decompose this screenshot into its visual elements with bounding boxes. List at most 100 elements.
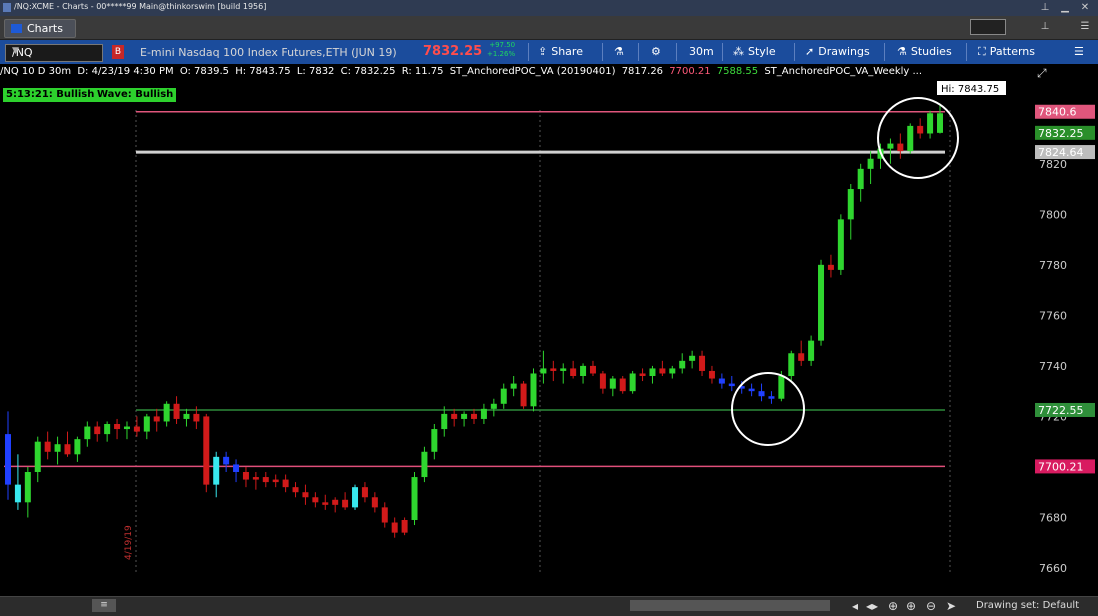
candle-body xyxy=(649,368,656,376)
patterns-icon: ⛶ xyxy=(978,45,986,58)
link-group-icon[interactable]: B xyxy=(112,45,124,59)
candle-body xyxy=(451,413,458,419)
candle xyxy=(153,408,160,432)
price-tag-label: 7722.55 xyxy=(1038,404,1084,417)
status-field: H: 7843.75 xyxy=(235,66,291,77)
candle xyxy=(441,406,448,437)
horizontal-scrollbar[interactable] xyxy=(630,600,830,611)
candle-body xyxy=(104,424,111,435)
divider xyxy=(722,43,723,61)
zoom-in-icon[interactable]: ⊕ xyxy=(906,599,916,613)
price-tag-label: 7832.25 xyxy=(1038,127,1084,140)
candle xyxy=(451,408,458,427)
studies-button[interactable]: ⚗ Studies xyxy=(897,43,952,61)
price-chart[interactable]: 4/19/19 Sun Mon Tue Hi: 7843.75 xyxy=(0,80,1033,580)
candle-body xyxy=(411,477,418,520)
candle-body xyxy=(262,477,269,483)
price-tag: 7840.6 xyxy=(1035,104,1095,119)
price-axis[interactable]: 766076807720774077607780780078207840.678… xyxy=(1033,80,1098,580)
candle-body xyxy=(371,497,378,508)
symbol-input[interactable]: /NQ ▼ xyxy=(5,44,103,62)
candle-body xyxy=(937,113,943,133)
patterns-button[interactable]: ⛶ Patterns xyxy=(978,43,1035,61)
candle-body xyxy=(758,391,765,397)
settings-button[interactable]: ⚙ xyxy=(651,43,665,61)
window-title: /NQ:XCME - Charts - 00*****99 Main@think… xyxy=(14,2,267,11)
candle-body xyxy=(223,456,230,465)
candle-body xyxy=(837,219,844,270)
chart-status-line: /NQ 10 D 30m D: 4/23/19 4:30 PM O: 7839.… xyxy=(0,66,1035,80)
status-field: /NQ 10 D 30m xyxy=(0,66,72,77)
timeframe-button[interactable]: 30m xyxy=(689,43,714,61)
candle-body xyxy=(679,360,686,369)
candle-body xyxy=(361,487,368,498)
candle-body xyxy=(461,413,468,419)
candle-body xyxy=(44,441,51,452)
candle xyxy=(44,431,51,460)
pan-icon[interactable]: ◂▸ xyxy=(866,599,878,613)
candle xyxy=(540,350,547,384)
candle xyxy=(589,360,596,376)
drawings-button[interactable]: ➚ Drawings xyxy=(805,43,870,61)
tab-charts[interactable]: Charts xyxy=(4,19,76,38)
menu-button[interactable]: ☰ xyxy=(1074,43,1084,61)
candle-body xyxy=(748,388,755,392)
candle xyxy=(84,421,91,447)
candle xyxy=(252,472,259,490)
settings-icon[interactable]: ☰ xyxy=(1078,20,1092,33)
expand-icon[interactable]: ⤢ xyxy=(1037,66,1047,81)
change-pct: +1.26% xyxy=(487,50,516,58)
candle-body xyxy=(183,413,190,419)
share-button[interactable]: ⇪ Share xyxy=(538,43,583,61)
candle xyxy=(837,214,844,275)
candle xyxy=(104,421,111,442)
candle-body xyxy=(312,497,319,503)
candle-body xyxy=(570,368,577,376)
candle-body xyxy=(560,368,567,371)
price-tag: 7824.64 xyxy=(1035,145,1095,160)
style-button[interactable]: ⁂ Style xyxy=(733,43,776,61)
lock-icon[interactable]: ⊥ xyxy=(1038,20,1052,33)
flask-button[interactable]: ⚗ xyxy=(614,43,628,61)
detach-box[interactable] xyxy=(970,19,1006,35)
share-label: Share xyxy=(551,45,583,58)
candle xyxy=(223,451,230,472)
candle xyxy=(490,398,497,417)
cursor-icon[interactable]: ➤ xyxy=(946,599,956,613)
candle-body xyxy=(94,426,101,435)
candle xyxy=(560,363,567,384)
window-titlebar: /NQ:XCME - Charts - 00*****99 Main@think… xyxy=(0,0,1098,17)
candle-body xyxy=(233,464,240,472)
close-icon[interactable]: ✕ xyxy=(1078,1,1092,14)
style-icon: ⁂ xyxy=(733,45,744,58)
candle xyxy=(609,376,616,397)
minimize-icon[interactable]: ▁ xyxy=(1058,1,1072,14)
candle xyxy=(500,383,507,409)
candle xyxy=(312,492,319,508)
candle xyxy=(937,103,943,134)
chevron-down-icon[interactable]: ▼ xyxy=(12,46,99,56)
candle-body xyxy=(64,444,71,455)
poc-value: 7588.55 xyxy=(716,66,759,77)
candle xyxy=(94,421,101,442)
gear-icon: ⚙ xyxy=(651,45,661,58)
scroll-left-icon[interactable]: ◂ xyxy=(852,599,858,613)
candle-body xyxy=(431,429,438,452)
candle-body xyxy=(530,373,537,407)
candle-body xyxy=(302,492,309,498)
candle-body xyxy=(629,373,636,392)
reset-zoom-icon[interactable]: ⊕ xyxy=(888,599,898,613)
candle-body xyxy=(242,472,249,480)
status-field: ST_AnchoredPOC_VA_Weekly ... xyxy=(764,66,923,77)
candle xyxy=(520,381,527,409)
collapse-icon[interactable]: ≡ xyxy=(92,599,116,612)
candle-body xyxy=(282,479,289,488)
zoom-out-icon[interactable]: ⊖ xyxy=(926,599,936,613)
price-tag-label: 7840.6 xyxy=(1038,106,1077,119)
candle xyxy=(282,474,289,493)
candle xyxy=(748,383,755,397)
pin-icon[interactable]: ⊥ xyxy=(1038,1,1052,14)
candle xyxy=(173,396,180,424)
candle xyxy=(262,472,269,488)
candle-body xyxy=(24,472,31,503)
